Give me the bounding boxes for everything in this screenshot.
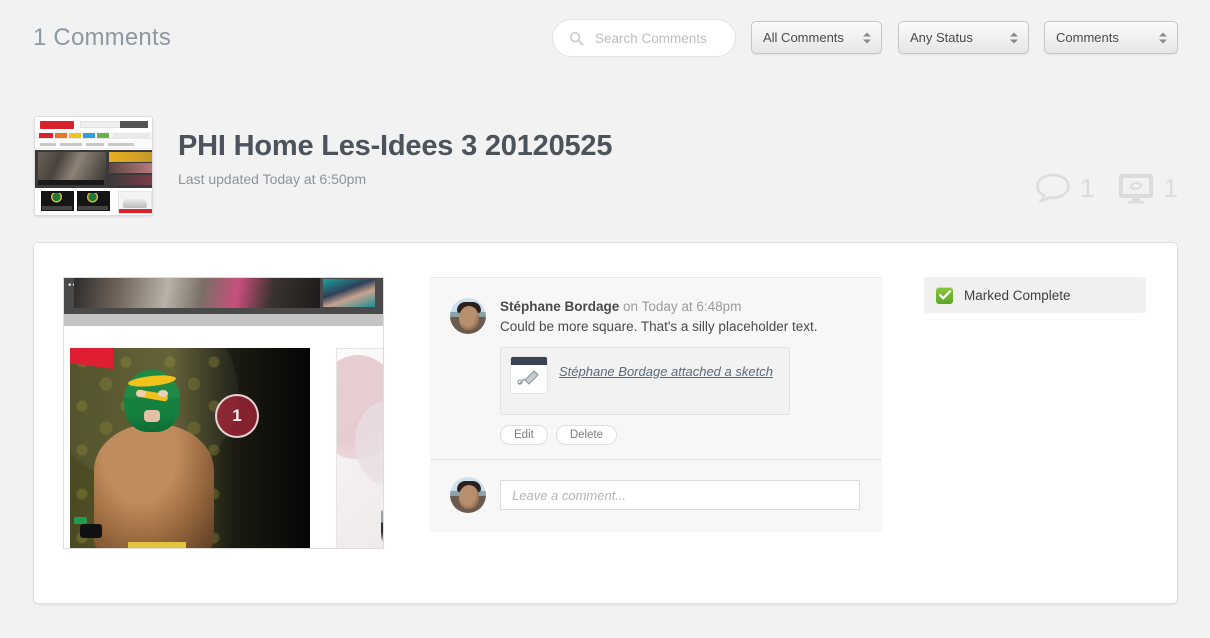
thumbnail-toolbar-dark <box>120 121 148 128</box>
version-count-value: 1 <box>1163 172 1178 203</box>
chevron-updown-icon <box>1159 32 1167 43</box>
chevron-updown-icon <box>863 32 871 43</box>
sketch-pen-icon <box>511 357 547 393</box>
comment-attachment[interactable]: Stéphane Bordage attached a sketch <box>500 347 790 415</box>
chevron-updown-icon <box>1010 32 1018 43</box>
preview-side-panel: HO <box>336 348 384 548</box>
preview-side-text: HO <box>383 383 384 399</box>
comment-timestamp: on Today at 6:48pm <box>623 299 742 314</box>
preview-banner: ••• <box>64 278 383 314</box>
avatar <box>450 298 486 334</box>
thumbnail-cards <box>35 189 152 215</box>
annotation-marker-1[interactable]: 1 <box>215 394 259 438</box>
document-counts: 1 1 <box>1035 172 1178 204</box>
thumbnail-logo <box>40 121 74 129</box>
status-filter-select[interactable]: Any Status <box>898 21 1029 54</box>
version-count[interactable]: 1 <box>1117 172 1178 204</box>
avatar <box>450 477 486 513</box>
screenshot-preview[interactable]: ••• 1 HO <box>63 277 384 549</box>
delete-button[interactable]: Delete <box>555 425 618 445</box>
comment-count-value: 1 <box>1080 172 1095 203</box>
comment-count[interactable]: 1 <box>1035 172 1095 204</box>
green-check-icon <box>936 286 953 304</box>
comment-text: Could be more square. That's a silly pla… <box>500 319 818 334</box>
annotation-marker-label: 1 <box>232 406 242 425</box>
thumbnail-hero <box>35 150 152 188</box>
comments-filter-label: All Comments <box>763 30 844 45</box>
comment-item: Stéphane Bordage on Today at 6:48pm Coul… <box>430 278 882 459</box>
thumbnail-subnav <box>35 140 152 149</box>
status-column: Marked Complete <box>924 277 1146 313</box>
comment-actions: Edit Delete <box>500 425 860 445</box>
monitor-refresh-icon <box>1118 174 1153 204</box>
preview-hero-photo: 1 <box>70 348 310 548</box>
search-input[interactable] <box>593 29 723 47</box>
comment-author: Stéphane Bordage <box>500 299 620 314</box>
comment-bubble-icon <box>1036 173 1070 203</box>
thumbnail-nav <box>35 132 152 139</box>
search-icon <box>569 31 584 45</box>
status-filter-label: Any Status <box>910 30 973 45</box>
page-title: 1 Comments <box>33 24 172 51</box>
document-title: PHI Home Les-Idees 3 20120525 <box>178 130 613 162</box>
document-subtitle: Last updated Today at 6:50pm <box>178 171 367 187</box>
document-thumbnail[interactable] <box>34 116 153 216</box>
type-filter-label: Comments <box>1056 30 1119 45</box>
type-filter-select[interactable]: Comments <box>1044 21 1178 54</box>
comment-panel: Stéphane Bordage on Today at 6:48pm Coul… <box>430 277 882 532</box>
detail-card: ••• 1 HO <box>33 242 1178 604</box>
edit-button[interactable]: Edit <box>500 425 548 445</box>
preview-white-gap <box>64 326 383 348</box>
search-field[interactable] <box>552 19 736 57</box>
status-label: Marked Complete <box>964 287 1071 303</box>
status-badge[interactable]: Marked Complete <box>924 277 1146 313</box>
new-comment-row <box>430 459 882 532</box>
comments-filter-select[interactable]: All Comments <box>751 21 882 54</box>
preview-grey-bar <box>64 314 383 326</box>
attachment-link[interactable]: Stéphane Bordage attached a sketch <box>559 357 773 405</box>
top-toolbar: 1 Comments All Comments Any Status Comme… <box>0 0 1210 76</box>
comments-column: Stéphane Bordage on Today at 6:48pm Coul… <box>430 277 882 603</box>
comment-input[interactable] <box>500 480 860 510</box>
